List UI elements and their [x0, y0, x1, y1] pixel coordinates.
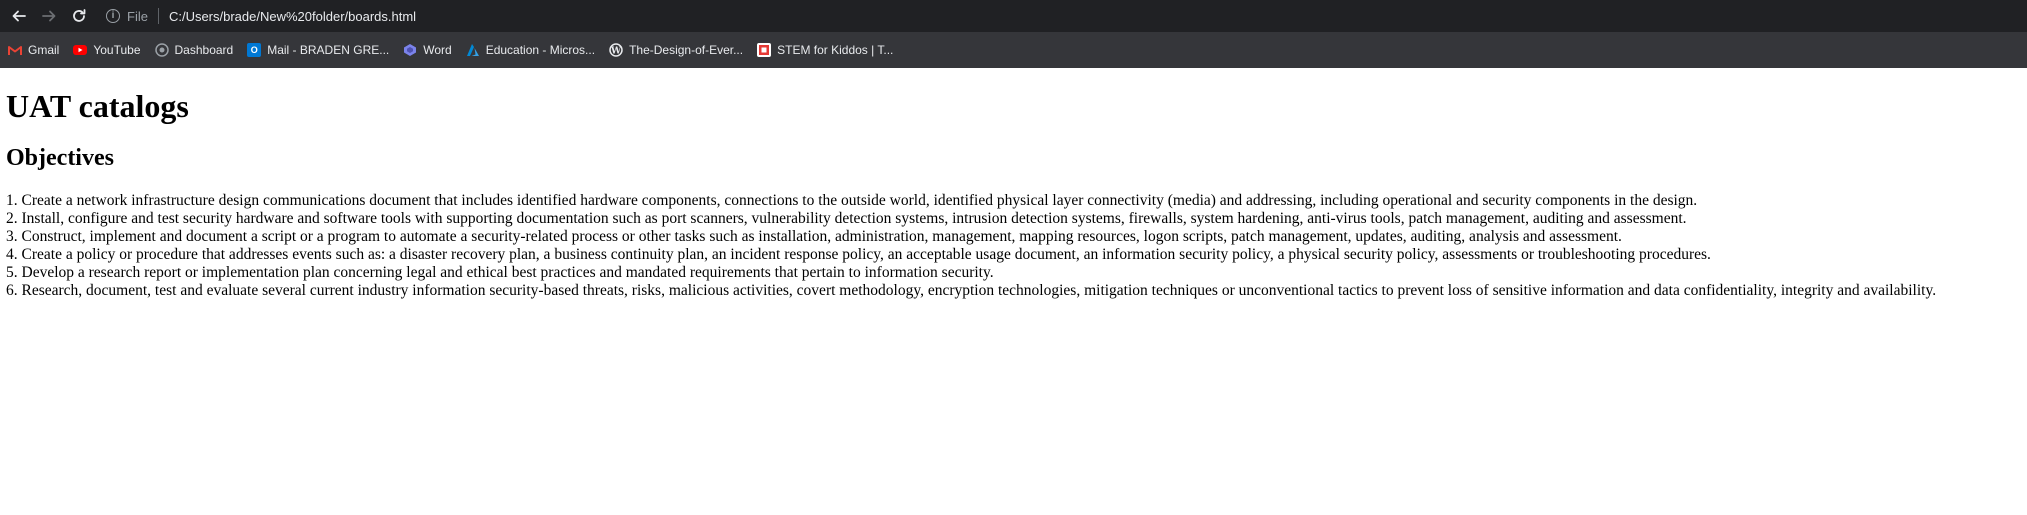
- reload-icon: [73, 9, 86, 22]
- bookmark-label: YouTube: [93, 43, 141, 57]
- browser-toolbar: i File C:/Users/brade/New%20folder/board…: [0, 0, 2027, 32]
- bookmark-gmail[interactable]: Gmail: [8, 43, 59, 57]
- bookmark-label: Mail - BRADEN GRE...: [267, 43, 390, 57]
- dashboard-icon: [154, 43, 169, 57]
- gmail-icon: [8, 43, 22, 57]
- reload-button[interactable]: [66, 3, 92, 29]
- bookmarks-bar: Gmail YouTube Dashboard O Mail - BRADEN …: [0, 32, 2027, 68]
- url-text[interactable]: C:/Users/brade/New%20folder/boards.html: [169, 9, 416, 24]
- objective-item: 1. Create a network infrastructure desig…: [6, 192, 1698, 209]
- word-icon: [403, 43, 417, 57]
- bookmark-word[interactable]: Word: [403, 43, 452, 57]
- arrow-right-icon: [42, 10, 56, 22]
- bookmark-label: The-Design-of-Ever...: [629, 43, 744, 57]
- section-heading: Objectives: [6, 145, 114, 171]
- bookmark-education[interactable]: Education - Micros...: [466, 43, 595, 57]
- bookmark-label: Gmail: [28, 43, 60, 57]
- objective-item: 6. Research, document, test and evaluate…: [6, 282, 1937, 299]
- bookmark-stem[interactable]: STEM for Kiddos | T...: [757, 43, 893, 57]
- bookmark-label: STEM for Kiddos | T...: [777, 43, 894, 57]
- outlook-icon: O: [247, 43, 262, 57]
- arrow-left-icon: [12, 10, 26, 22]
- bookmark-dashboard[interactable]: Dashboard: [154, 43, 234, 57]
- bookmark-design[interactable]: W The-Design-of-Ever...: [609, 43, 743, 57]
- forward-button[interactable]: [36, 3, 62, 29]
- omnibox-separator: [157, 8, 159, 24]
- info-icon[interactable]: i: [106, 9, 120, 23]
- address-bar[interactable]: i File C:/Users/brade/New%20folder/board…: [106, 3, 416, 29]
- azure-icon: [466, 43, 480, 57]
- bookmark-youtube[interactable]: YouTube: [73, 43, 141, 57]
- stem-icon: [757, 43, 772, 57]
- svg-text:W: W: [610, 47, 622, 57]
- security-label: File: [127, 8, 148, 24]
- bookmark-label: Word: [423, 43, 452, 57]
- objectives-list: 1. Create a network infrastructure desig…: [6, 192, 2021, 300]
- objective-item: 2. Install, configure and test security …: [6, 210, 1687, 227]
- objective-item: 4. Create a policy or procedure that add…: [6, 246, 1711, 263]
- page-content: UAT catalogs Objectives 1. Create a netw…: [0, 88, 2027, 300]
- bookmark-label: Dashboard: [174, 43, 234, 57]
- back-button[interactable]: [6, 3, 32, 29]
- bookmark-mail[interactable]: O Mail - BRADEN GRE...: [247, 43, 389, 57]
- page-title: UAT catalogs: [6, 88, 189, 124]
- objective-item: 5. Develop a research report or implemen…: [6, 264, 994, 281]
- bookmark-label: Education - Micros...: [485, 43, 596, 57]
- objective-item: 3. Construct, implement and document a s…: [6, 228, 1622, 245]
- youtube-icon: [73, 43, 88, 57]
- wordpress-icon: W: [609, 43, 623, 57]
